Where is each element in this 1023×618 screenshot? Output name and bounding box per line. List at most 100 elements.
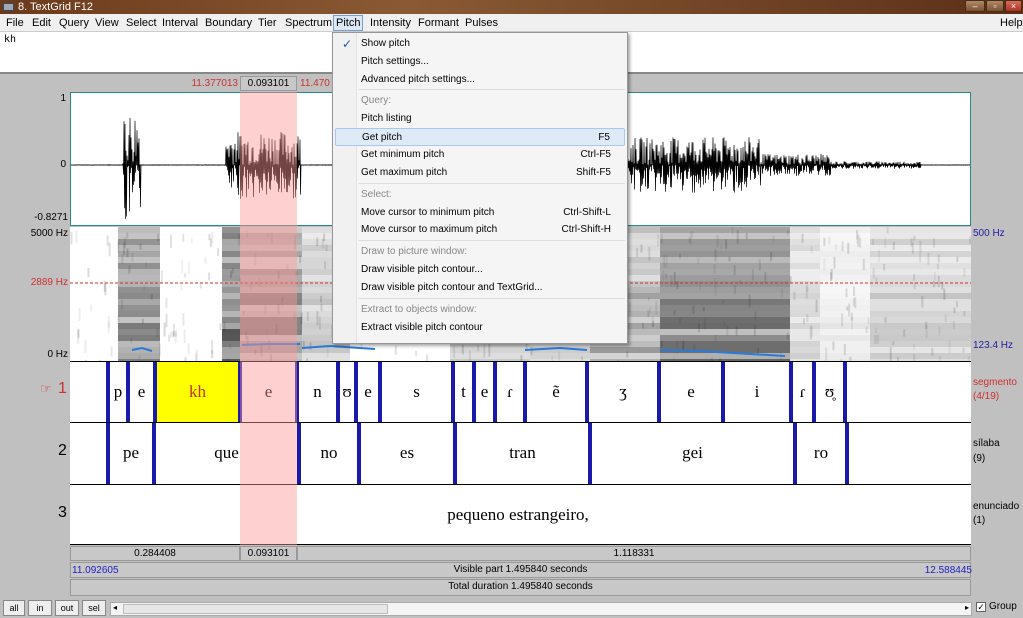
selection-duration[interactable]: 0.093101 [240, 76, 297, 91]
menu-item-advanced-pitch-settings[interactable]: Advanced pitch settings... [335, 71, 625, 89]
interval-boundary[interactable] [843, 362, 847, 424]
menu-view[interactable]: View [93, 16, 121, 30]
tier-1-segmento[interactable]: p e kh e n ʊ e s t e ɾ ẽ ʒ e i ɾ ʊ̥ [70, 361, 971, 424]
interval-boundary[interactable] [585, 362, 589, 424]
interval-label: ʊ̥ [824, 382, 835, 401]
minimize-button[interactable]: – [965, 0, 985, 12]
scroll-left-arrow-icon[interactable]: ◂ [113, 603, 117, 612]
interval-boundary[interactable] [295, 362, 299, 424]
menu-help[interactable]: Help [998, 16, 1023, 30]
horizontal-scrollbar[interactable]: ◂ ▸ [110, 602, 972, 616]
menu-item-get-maximum-pitch[interactable]: Get maximum pitch Shift-F5 [335, 164, 625, 182]
spectrogram-noise [937, 275, 940, 288]
zoom-all-button[interactable]: all [3, 600, 25, 616]
interval-boundary[interactable] [793, 423, 797, 485]
spectrogram-energy [118, 281, 160, 287]
menu-item-draw-visible-pitch-contour[interactable]: Draw visible pitch contour... [335, 261, 625, 279]
interval-boundary[interactable] [354, 362, 358, 424]
scroll-right-arrow-icon[interactable]: ▸ [965, 603, 969, 612]
total-duration-bar[interactable]: Total duration 1.495840 seconds [70, 579, 971, 596]
interval-boundary[interactable] [153, 362, 157, 424]
interval-boundary[interactable] [845, 423, 849, 485]
menu-item-draw-visible-pitch-contour-and-textgrid[interactable]: Draw visible pitch contour and TextGrid.… [335, 279, 625, 297]
spectrogram-noise [931, 348, 934, 356]
spectrogram-energy [870, 329, 971, 335]
scrollbar-thumb[interactable] [123, 604, 388, 614]
interval-boundary[interactable] [106, 362, 110, 424]
menu-select[interactable]: Select [124, 16, 159, 30]
spectrogram-noise [859, 237, 862, 248]
spectrogram-noise [913, 344, 916, 351]
spectrogram-noise [720, 244, 723, 250]
menu-item-shortcut: Shift-F5 [575, 166, 611, 178]
duration-right[interactable]: 1.118331 [297, 546, 971, 561]
zoom-selection-button[interactable]: sel [82, 600, 106, 616]
duration-selected[interactable]: 0.093101 [240, 546, 297, 561]
menu-query[interactable]: Query [57, 16, 91, 30]
interval-boundary[interactable] [451, 362, 455, 424]
interval-boundary[interactable] [126, 362, 130, 424]
interval-boundary[interactable] [523, 362, 527, 424]
interval-boundary[interactable] [453, 423, 457, 485]
menu-item-get-pitch[interactable]: Get pitch F5 [335, 128, 625, 147]
visible-part-bar[interactable]: 11.092605 Visible part 1.495840 seconds … [70, 562, 972, 578]
spectrogram-noise [810, 246, 813, 254]
interval-boundary[interactable] [721, 362, 725, 424]
menu-interval[interactable]: Interval [160, 16, 200, 30]
spectrogram-energy [118, 317, 160, 323]
menu-spectrum[interactable]: Spectrum [283, 16, 334, 30]
spectrogram-noise [77, 330, 80, 345]
interval-boundary[interactable] [493, 362, 497, 424]
spectrogram-noise [956, 301, 959, 308]
zoom-out-button[interactable]: out [55, 600, 79, 616]
spectrogram-energy [870, 287, 971, 293]
interval-boundary[interactable] [657, 362, 661, 424]
interval-boundary[interactable] [378, 362, 382, 424]
interval-boundary[interactable] [357, 423, 361, 485]
spectrogram-noise [862, 258, 865, 270]
menu-item-label: Query: [361, 95, 392, 107]
menu-pitch[interactable]: Pitch [333, 15, 364, 31]
interval-label: ɾ [507, 382, 513, 401]
menu-intensity[interactable]: Intensity [368, 16, 413, 30]
menu-edit[interactable]: Edit [30, 16, 53, 30]
menu-item-move-cursor-to-maximum-pitch[interactable]: Move cursor to maximum pitch Ctrl-Shift-H [335, 221, 625, 239]
spectrogram-noise [962, 347, 965, 354]
close-button[interactable]: × [1005, 0, 1022, 12]
menu-item-get-minimum-pitch[interactable]: Get minimum pitch Ctrl-F5 [335, 146, 625, 164]
zoom-in-button[interactable]: in [28, 600, 52, 616]
spectrogram-noise [852, 298, 855, 307]
restore-button[interactable]: ▫ [986, 0, 1004, 12]
spectrogram-noise [892, 242, 895, 250]
interval-boundary[interactable] [812, 362, 816, 424]
spectrogram-noise [477, 345, 480, 351]
spectrogram-noise [319, 295, 322, 303]
interval-boundary[interactable] [472, 362, 476, 424]
interval-label: ʒ [619, 382, 627, 401]
menu-formant[interactable]: Formant [416, 16, 461, 30]
spectrogram-energy [240, 329, 302, 335]
spectrogram-energy [870, 281, 971, 287]
menu-item-show-pitch[interactable]: ✓ Show pitch [335, 35, 625, 53]
interval-boundary[interactable] [789, 362, 793, 424]
interval-boundary[interactable] [152, 423, 156, 485]
interval-boundary[interactable] [336, 362, 340, 424]
interval-boundary[interactable] [106, 423, 110, 485]
menu-item-pitch-settings[interactable]: Pitch settings... [335, 53, 625, 71]
menu-file[interactable]: File [4, 16, 26, 30]
menu-boundary[interactable]: Boundary [203, 16, 254, 30]
interval-boundary[interactable] [297, 423, 301, 485]
interval-boundary[interactable] [588, 423, 592, 485]
menu-tier[interactable]: Tier [256, 16, 279, 30]
spectrogram-noise [722, 300, 725, 305]
menu-item-pitch-listing[interactable]: Pitch listing [335, 110, 625, 128]
tier-3-enunciado[interactable]: pequeno estrangeiro, [70, 484, 971, 545]
tier-2-silaba[interactable]: pe que no es tran gei ro [70, 422, 971, 485]
spectrogram-energy [118, 311, 160, 317]
menu-item-move-cursor-to-minimum-pitch[interactable]: Move cursor to minimum pitch Ctrl-Shift-L [335, 204, 625, 222]
menu-pulses[interactable]: Pulses [463, 16, 500, 30]
group-checkbox[interactable]: ✓ [976, 602, 986, 612]
menu-item-extract-visible-pitch-contour[interactable]: Extract visible pitch contour [335, 319, 625, 337]
duration-left[interactable]: 0.284408 [70, 546, 240, 561]
interval-boundary[interactable] [238, 362, 242, 424]
